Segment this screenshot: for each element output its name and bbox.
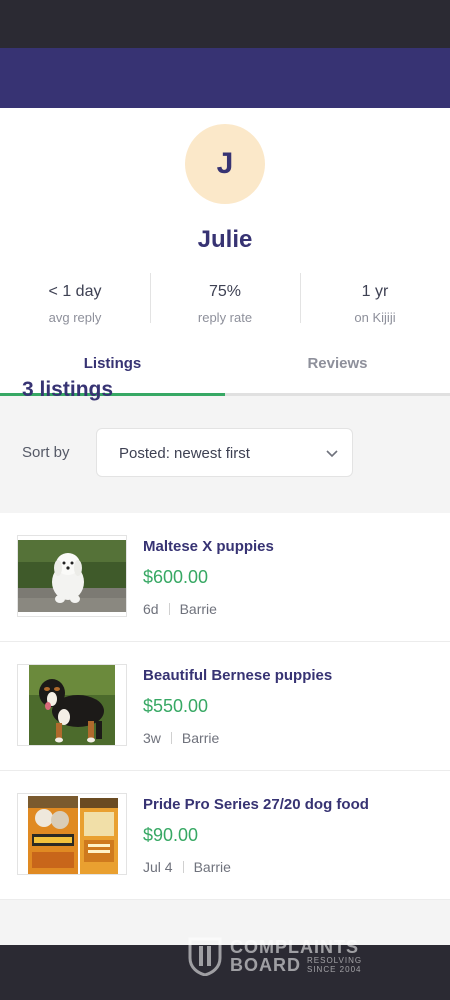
watermark-text: COMPLAINTS BOARD RESOLVING SINCE 2004: [230, 938, 362, 974]
stat-label: reply rate: [197, 310, 253, 325]
listing-title[interactable]: Pride Pro Series 27/20 dog food: [143, 796, 369, 813]
listing-thumbnail[interactable]: [17, 535, 127, 617]
bernese-puppy-photo: [18, 665, 126, 745]
listing-price: $600.00: [143, 567, 209, 587]
sort-selected-value: Posted: newest first: [119, 445, 250, 462]
header-band: [0, 48, 450, 108]
dog-food-bag-photo: [18, 794, 126, 874]
watermark-line2: BOARD: [230, 955, 301, 975]
listing-age: Jul 4: [143, 859, 173, 875]
avatar: J: [185, 124, 265, 204]
watermark-tag1: RESOLVING: [307, 956, 363, 965]
stat-membership: 1 yr on Kijiji: [300, 273, 450, 327]
listing-location: Barrie: [181, 730, 220, 746]
listing-price: $90.00: [143, 825, 199, 845]
meta-divider: [182, 861, 184, 873]
stat-label: avg reply: [48, 310, 102, 325]
stat-label: on Kijiji: [354, 310, 396, 325]
white-puppy-photo: [18, 536, 126, 616]
watermark-line1: COMPLAINTS: [230, 937, 359, 957]
listing-meta: Jul 4 Barrie: [143, 859, 231, 875]
profile-name: Julie: [197, 226, 253, 253]
watermark-row2: BOARD RESOLVING SINCE 2004: [230, 956, 362, 974]
chevron-down-icon: [326, 450, 338, 458]
listing-age: 3w: [143, 730, 161, 746]
listing-item[interactable]: Pride Pro Series 27/20 dog food $90.00 J…: [0, 771, 450, 900]
listing-title[interactable]: Maltese X puppies: [143, 538, 274, 555]
stat-value: 1 yr: [361, 283, 389, 300]
shield-icon: [188, 937, 222, 976]
profile-stats: < 1 day avg reply 75% reply rate 1 yr on…: [0, 273, 450, 327]
meta-divider: [168, 603, 170, 615]
profile-card: J Julie < 1 day avg reply 75% reply rate…: [0, 108, 450, 334]
sort-dropdown[interactable]: Posted: newest first: [96, 428, 353, 477]
watermark-tag2: SINCE 2004: [307, 965, 362, 974]
watermark-tagline: RESOLVING SINCE 2004: [307, 956, 362, 974]
stat-value: 75%: [208, 283, 242, 300]
listing-thumbnail[interactable]: [17, 793, 127, 875]
status-bar: [0, 0, 450, 48]
listing-meta: 3w Barrie: [143, 730, 219, 746]
sort-label: Sort by: [22, 444, 70, 461]
listing-price: $550.00: [143, 696, 209, 716]
watermark: COMPLAINTS BOARD RESOLVING SINCE 2004: [188, 936, 362, 976]
meta-divider: [170, 732, 172, 744]
listing-thumbnail[interactable]: [17, 664, 127, 746]
tab-reviews[interactable]: Reviews: [225, 334, 450, 393]
listing-age: 6d: [143, 601, 159, 617]
profile-screen: J Julie < 1 day avg reply 75% reply rate…: [0, 48, 450, 945]
listing-title[interactable]: Beautiful Bernese puppies: [143, 667, 332, 684]
listing-item[interactable]: Beautiful Bernese puppies $550.00 3w Bar…: [0, 642, 450, 771]
listing-location: Barrie: [193, 859, 231, 875]
stat-value: < 1 day: [48, 283, 102, 300]
listing-meta: 6d Barrie: [143, 601, 217, 617]
stat-reply-rate: 75% reply rate: [150, 273, 300, 327]
listings-list: Maltese X puppies $600.00 6d Barrie Beau…: [0, 513, 450, 900]
listings-count: 3 listings: [22, 378, 114, 401]
listing-location: Barrie: [179, 601, 217, 617]
stat-avg-reply: < 1 day avg reply: [0, 273, 150, 327]
listing-item[interactable]: Maltese X puppies $600.00 6d Barrie: [0, 513, 450, 642]
